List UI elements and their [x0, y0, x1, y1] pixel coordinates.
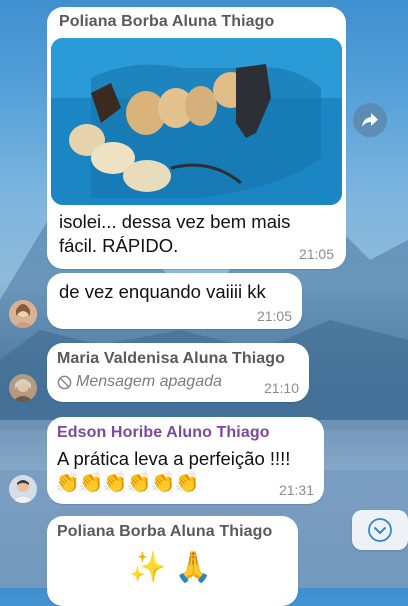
dental-photo[interactable] — [51, 38, 342, 205]
message-time: 21:10 — [263, 380, 299, 396]
sender-name[interactable]: Poliana Borba Aluna Thiago — [59, 13, 274, 31]
blocked-circle-icon — [57, 375, 72, 389]
deleted-message: Mensagem apagada — [57, 373, 222, 391]
message-bubble-deleted[interactable]: Maria Valdenisa Aluna Thiago Mensagem ap… — [47, 343, 309, 402]
deleted-label: Mensagem apagada — [76, 373, 222, 390]
message-time: 21:31 — [278, 482, 314, 498]
share-arrow-icon — [362, 113, 378, 127]
forward-button[interactable] — [353, 103, 387, 137]
sender-name[interactable]: Poliana Borba Aluna Thiago — [57, 523, 272, 541]
avatar-photo — [9, 475, 37, 503]
message-bubble[interactable]: Edson Horibe Aluno Thiago A prática leva… — [47, 417, 324, 504]
avatar-photo — [9, 300, 37, 328]
message-bubble[interactable]: de vez enquando vaiiii kk 21:05 — [47, 273, 302, 329]
message-bubble[interactable]: Poliana Borba Aluna Thiago ✨ 🙏 — [47, 516, 298, 606]
emoji-row: ✨ 🙏 — [129, 551, 213, 584]
emoji-row: 👏👏👏👏👏👏 — [55, 472, 199, 494]
sender-name[interactable]: Maria Valdenisa Aluna Thiago — [57, 350, 285, 368]
dental-photo-image — [51, 38, 342, 205]
message-time: 21:05 — [298, 246, 334, 262]
message-time: 21:05 — [256, 308, 292, 324]
message-text[interactable]: isolei... dessa vez bem mais fácil. RÁPI… — [59, 210, 290, 258]
sender-name[interactable]: Edson Horibe Aluno Thiago — [57, 424, 270, 442]
avatar[interactable] — [9, 475, 37, 503]
scroll-down-button[interactable] — [352, 510, 408, 550]
message-text[interactable]: A prática leva a perfeição !!!! — [57, 447, 290, 471]
avatar[interactable] — [9, 374, 37, 402]
avatar[interactable] — [9, 300, 37, 328]
message-bubble-image[interactable]: Poliana Borba Aluna Thiago isolei... des… — [47, 7, 346, 269]
chevron-down-icon — [368, 518, 392, 542]
message-text[interactable]: de vez enquando vaiiii kk — [59, 280, 266, 304]
avatar-photo — [9, 374, 37, 402]
